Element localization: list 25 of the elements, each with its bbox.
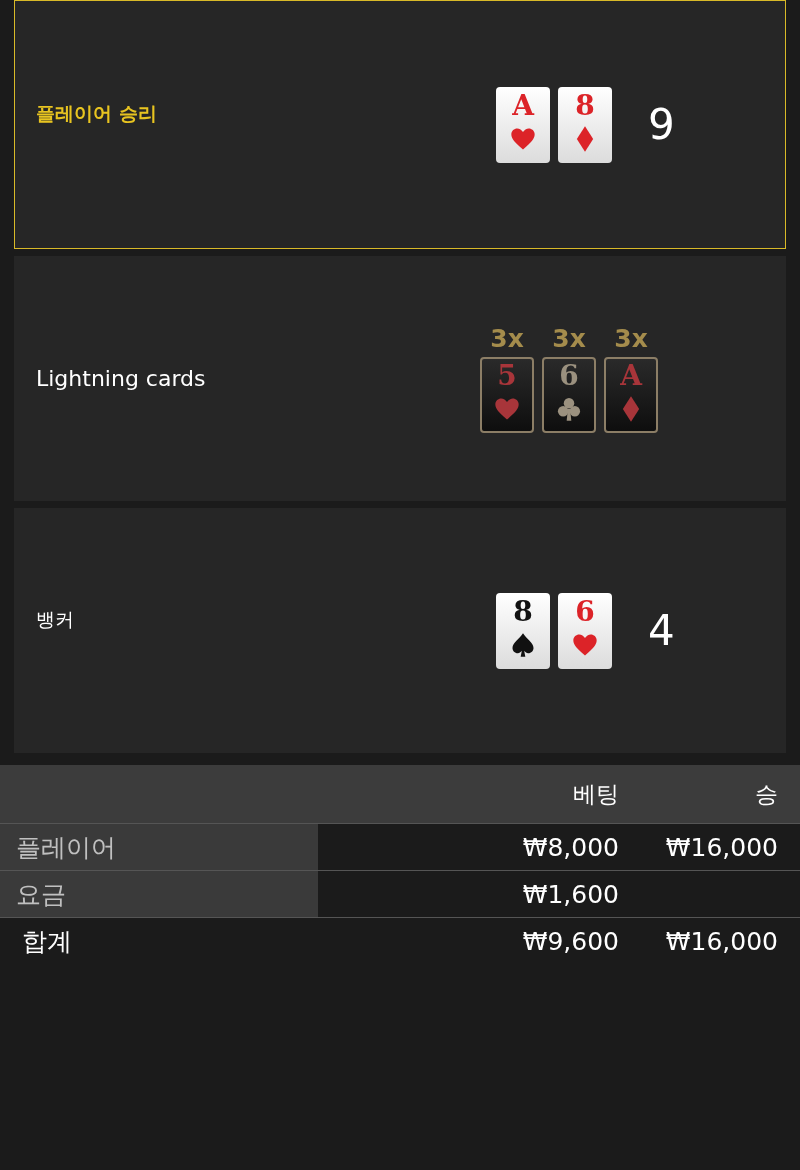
total-bet-cell-text: ₩9,600 xyxy=(521,925,619,958)
win-cell-text: ₩16,000 xyxy=(664,831,778,864)
result-label: 뱅커 xyxy=(35,606,75,632)
playing-card: 8 xyxy=(558,86,612,163)
multiplier-label: 3x xyxy=(614,324,648,353)
column-header: 승 xyxy=(754,779,778,809)
playing-card: A xyxy=(496,86,550,163)
lightning-card: 5 xyxy=(480,356,534,433)
row-label: 요금 xyxy=(0,871,318,917)
bet-cell-text: ₩1,600 xyxy=(521,878,619,911)
multiplier-label: 3x xyxy=(552,324,586,353)
total-win-cell-text: ₩16,000 xyxy=(664,925,778,958)
total-label: 합계 xyxy=(21,925,73,958)
bet-cell-text: ₩8,000 xyxy=(521,831,619,864)
lightning-card: 6 xyxy=(542,356,596,433)
playing-card: 8 xyxy=(496,592,550,669)
lightning-card: A xyxy=(604,356,658,433)
hand-total: 4 xyxy=(648,606,675,655)
playing-card: 6 xyxy=(558,592,612,669)
section-label: Lightning cards xyxy=(35,366,207,391)
row-label: 플레이어 xyxy=(0,824,318,870)
column-header: 베팅 xyxy=(572,779,619,809)
result-label: 플레이어 승리 xyxy=(35,100,158,126)
hand-total: 9 xyxy=(648,100,675,149)
multiplier-label: 3x xyxy=(490,324,524,353)
